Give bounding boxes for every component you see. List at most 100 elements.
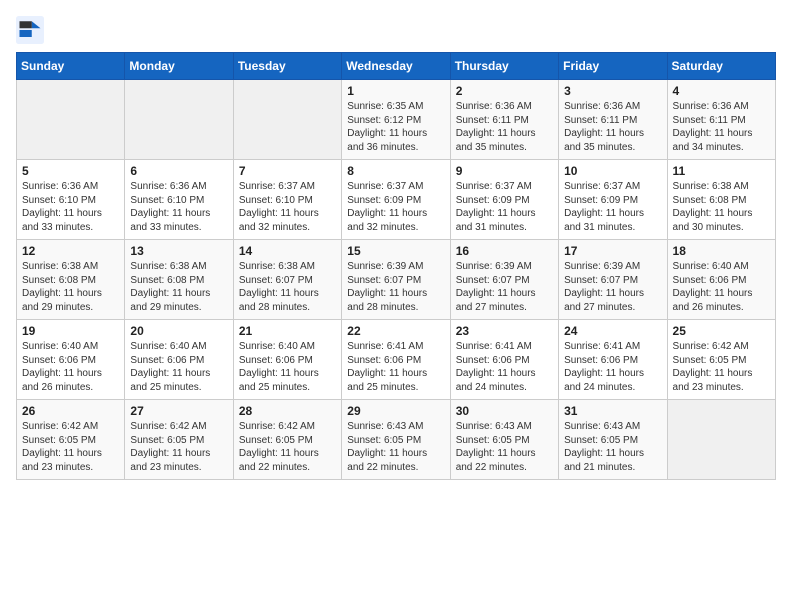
calendar-cell: 18 Sunrise: 6:40 AM Sunset: 6:06 PM Dayli… <box>667 240 775 320</box>
calendar-cell: 23 Sunrise: 6:41 AM Sunset: 6:06 PM Dayli… <box>450 320 558 400</box>
day-info: Sunrise: 6:38 AM Sunset: 6:08 PM Dayligh… <box>130 260 227 314</box>
calendar-cell: 9 Sunrise: 6:37 AM Sunset: 6:09 PM Daylig… <box>450 160 558 240</box>
calendar-cell: 3 Sunrise: 6:36 AM Sunset: 6:11 PM Daylig… <box>559 80 667 160</box>
calendar-cell: 29Sunrise: 6:43 AM Sunset: 6:05 PM Dayli… <box>342 400 450 480</box>
day-info: Sunrise: 6:35 AM Sunset: 6:12 PM Dayligh… <box>347 100 444 154</box>
weekday-header-sunday: Sunday <box>17 53 125 80</box>
day-number: 16 <box>456 244 553 258</box>
calendar-cell: 22 Sunrise: 6:41 AM Sunset: 6:06 PM Dayli… <box>342 320 450 400</box>
day-info: Sunrise: 6:36 AM Sunset: 6:11 PM Dayligh… <box>564 100 661 154</box>
calendar-week-3: 12 Sunrise: 6:38 AM Sunset: 6:08 PM Dayli… <box>17 240 776 320</box>
calendar-table: SundayMondayTuesdayWednesdayThursdayFrid… <box>16 52 776 480</box>
day-number: 6 <box>130 164 227 178</box>
day-info: Sunrise: 6:39 AM Sunset: 6:07 PM Dayligh… <box>347 260 444 314</box>
day-number: 31 <box>564 404 661 418</box>
day-number: 19 <box>22 324 119 338</box>
calendar-cell: 26 Sunrise: 6:42 AM Sunset: 6:05 PM Dayli… <box>17 400 125 480</box>
day-info: Sunrise: 6:42 AM Sunset: 6:05 PM Dayligh… <box>22 420 119 474</box>
calendar-cell: 24 Sunrise: 6:41 AM Sunset: 6:06 PM Dayli… <box>559 320 667 400</box>
weekday-header-monday: Monday <box>125 53 233 80</box>
day-number: 28 <box>239 404 336 418</box>
weekday-header-wednesday: Wednesday <box>342 53 450 80</box>
day-number: 11 <box>673 164 770 178</box>
calendar-cell: 5 Sunrise: 6:36 AM Sunset: 6:10 PM Daylig… <box>17 160 125 240</box>
day-number: 18 <box>673 244 770 258</box>
day-number: 2 <box>456 84 553 98</box>
day-info: Sunrise: 6:40 AM Sunset: 6:06 PM Dayligh… <box>239 340 336 394</box>
calendar-cell: 15 Sunrise: 6:39 AM Sunset: 6:07 PM Dayli… <box>342 240 450 320</box>
day-number: 20 <box>130 324 227 338</box>
day-number: 27 <box>130 404 227 418</box>
day-number: 12 <box>22 244 119 258</box>
day-info: Sunrise: 6:36 AM Sunset: 6:10 PM Dayligh… <box>22 180 119 234</box>
logo <box>16 16 48 44</box>
weekday-header-friday: Friday <box>559 53 667 80</box>
day-info: Sunrise: 6:42 AM Sunset: 6:05 PM Dayligh… <box>239 420 336 474</box>
calendar-body: 1 Sunrise: 6:35 AM Sunset: 6:12 PM Daylig… <box>17 80 776 480</box>
calendar-cell: 16 Sunrise: 6:39 AM Sunset: 6:07 PM Dayli… <box>450 240 558 320</box>
day-number: 24 <box>564 324 661 338</box>
weekday-header-tuesday: Tuesday <box>233 53 341 80</box>
weekday-header-saturday: Saturday <box>667 53 775 80</box>
calendar-cell <box>233 80 341 160</box>
calendar-cell: 17Sunrise: 6:39 AM Sunset: 6:07 PM Dayli… <box>559 240 667 320</box>
calendar-cell: 28 Sunrise: 6:42 AM Sunset: 6:05 PM Dayli… <box>233 400 341 480</box>
day-info: Sunrise: 6:43 AM Sunset: 6:05 PM Dayligh… <box>564 420 661 474</box>
calendar-cell: 21 Sunrise: 6:40 AM Sunset: 6:06 PM Dayli… <box>233 320 341 400</box>
day-number: 22 <box>347 324 444 338</box>
calendar-cell: 30Sunrise: 6:43 AM Sunset: 6:05 PM Dayli… <box>450 400 558 480</box>
weekday-header-row: SundayMondayTuesdayWednesdayThursdayFrid… <box>17 53 776 80</box>
day-info: Sunrise: 6:40 AM Sunset: 6:06 PM Dayligh… <box>130 340 227 394</box>
calendar-cell: 4 Sunrise: 6:36 AM Sunset: 6:11 PM Daylig… <box>667 80 775 160</box>
calendar-cell: 7Sunrise: 6:37 AM Sunset: 6:10 PM Daylig… <box>233 160 341 240</box>
calendar-cell <box>667 400 775 480</box>
day-info: Sunrise: 6:40 AM Sunset: 6:06 PM Dayligh… <box>673 260 770 314</box>
calendar-week-2: 5 Sunrise: 6:36 AM Sunset: 6:10 PM Daylig… <box>17 160 776 240</box>
day-number: 15 <box>347 244 444 258</box>
day-info: Sunrise: 6:37 AM Sunset: 6:09 PM Dayligh… <box>347 180 444 234</box>
calendar-cell: 31 Sunrise: 6:43 AM Sunset: 6:05 PM Dayli… <box>559 400 667 480</box>
day-info: Sunrise: 6:36 AM Sunset: 6:11 PM Dayligh… <box>673 100 770 154</box>
day-info: Sunrise: 6:41 AM Sunset: 6:06 PM Dayligh… <box>564 340 661 394</box>
calendar-week-4: 19 Sunrise: 6:40 AM Sunset: 6:06 PM Dayli… <box>17 320 776 400</box>
day-number: 8 <box>347 164 444 178</box>
day-info: Sunrise: 6:38 AM Sunset: 6:08 PM Dayligh… <box>22 260 119 314</box>
day-number: 14 <box>239 244 336 258</box>
calendar-cell: 1 Sunrise: 6:35 AM Sunset: 6:12 PM Daylig… <box>342 80 450 160</box>
calendar-cell: 14 Sunrise: 6:38 AM Sunset: 6:07 PM Dayli… <box>233 240 341 320</box>
day-info: Sunrise: 6:43 AM Sunset: 6:05 PM Dayligh… <box>347 420 444 474</box>
logo-icon <box>16 16 44 44</box>
day-number: 25 <box>673 324 770 338</box>
weekday-header-thursday: Thursday <box>450 53 558 80</box>
day-number: 26 <box>22 404 119 418</box>
day-info: Sunrise: 6:41 AM Sunset: 6:06 PM Dayligh… <box>456 340 553 394</box>
day-info: Sunrise: 6:38 AM Sunset: 6:08 PM Dayligh… <box>673 180 770 234</box>
calendar-cell: 8 Sunrise: 6:37 AM Sunset: 6:09 PM Daylig… <box>342 160 450 240</box>
day-info: Sunrise: 6:40 AM Sunset: 6:06 PM Dayligh… <box>22 340 119 394</box>
day-info: Sunrise: 6:41 AM Sunset: 6:06 PM Dayligh… <box>347 340 444 394</box>
day-number: 30 <box>456 404 553 418</box>
calendar-header: SundayMondayTuesdayWednesdayThursdayFrid… <box>17 53 776 80</box>
calendar-cell: 10Sunrise: 6:37 AM Sunset: 6:09 PM Dayli… <box>559 160 667 240</box>
day-info: Sunrise: 6:37 AM Sunset: 6:09 PM Dayligh… <box>456 180 553 234</box>
calendar-cell: 2Sunrise: 6:36 AM Sunset: 6:11 PM Daylig… <box>450 80 558 160</box>
day-number: 21 <box>239 324 336 338</box>
page-header <box>16 16 776 44</box>
calendar-week-5: 26 Sunrise: 6:42 AM Sunset: 6:05 PM Dayli… <box>17 400 776 480</box>
day-number: 23 <box>456 324 553 338</box>
day-info: Sunrise: 6:36 AM Sunset: 6:10 PM Dayligh… <box>130 180 227 234</box>
calendar-week-1: 1 Sunrise: 6:35 AM Sunset: 6:12 PM Daylig… <box>17 80 776 160</box>
calendar-cell <box>17 80 125 160</box>
day-number: 1 <box>347 84 444 98</box>
day-number: 7 <box>239 164 336 178</box>
day-number: 4 <box>673 84 770 98</box>
day-number: 9 <box>456 164 553 178</box>
calendar-cell: 6 Sunrise: 6:36 AM Sunset: 6:10 PM Daylig… <box>125 160 233 240</box>
day-info: Sunrise: 6:42 AM Sunset: 6:05 PM Dayligh… <box>673 340 770 394</box>
day-number: 3 <box>564 84 661 98</box>
calendar-cell: 19 Sunrise: 6:40 AM Sunset: 6:06 PM Dayli… <box>17 320 125 400</box>
day-info: Sunrise: 6:42 AM Sunset: 6:05 PM Dayligh… <box>130 420 227 474</box>
day-info: Sunrise: 6:38 AM Sunset: 6:07 PM Dayligh… <box>239 260 336 314</box>
day-info: Sunrise: 6:39 AM Sunset: 6:07 PM Dayligh… <box>456 260 553 314</box>
day-number: 5 <box>22 164 119 178</box>
